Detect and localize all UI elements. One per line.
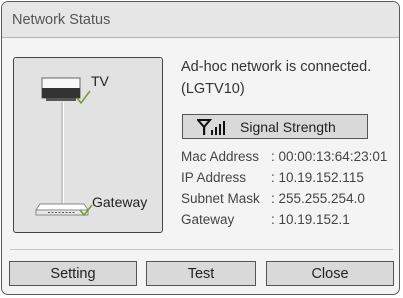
divider <box>10 249 393 250</box>
setting-button[interactable]: Setting <box>9 261 137 286</box>
ip-address-value: : 10.19.152.115 <box>271 170 364 185</box>
connection-diagram: TV Gateway <box>13 57 163 233</box>
signal-strength-label: Signal Strength <box>240 119 336 135</box>
network-status-dialog: Network Status TV Gateway Ad-hoc network… <box>1 1 400 295</box>
connection-status-line2: (LGTV10) <box>181 81 245 97</box>
close-button[interactable]: Close <box>266 261 394 286</box>
subnet-mask-value: : 255.255.254.0 <box>271 191 365 206</box>
gateway-label: Gateway <box>92 194 148 210</box>
tv-label: TV <box>91 73 109 89</box>
connection-status-line1: Ad-hoc network is connected. <box>181 59 372 75</box>
mac-address-value: : 00:00:13:64:23:01 <box>271 149 388 164</box>
subnet-mask-label: Subnet Mask <box>181 191 260 206</box>
signal-strength-box: Signal Strength <box>182 114 368 139</box>
tv-icon <box>41 77 81 101</box>
signal-strength-icon <box>197 119 225 135</box>
gateway-info-label: Gateway <box>181 212 235 227</box>
title-bar: Network Status <box>2 2 399 38</box>
mac-address-label: Mac Address <box>181 149 260 164</box>
ip-address-label: IP Address <box>181 170 247 185</box>
dialog-title: Network Status <box>12 12 111 28</box>
gateway-info-value: : 10.19.152.1 <box>271 212 350 227</box>
test-button[interactable]: Test <box>146 261 256 286</box>
gateway-icon <box>35 203 89 216</box>
